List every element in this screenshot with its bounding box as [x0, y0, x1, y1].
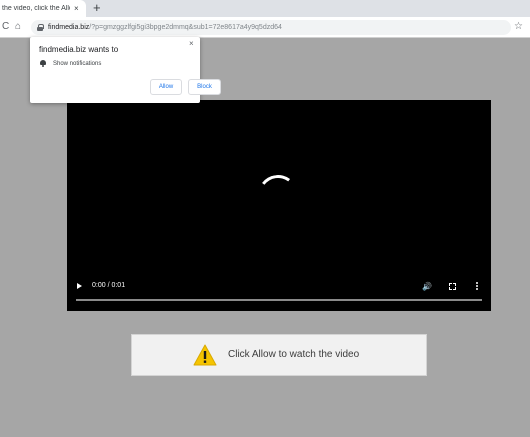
tab-strip: the video, click the Allow × + [0, 0, 530, 17]
allow-button[interactable]: Allow [150, 79, 182, 95]
url-path: /?p=gmzggzlfgi5gi3bpge2dmmq&sub1=72e8617… [89, 24, 282, 31]
address-bar[interactable]: findmedia.biz /?p=gmzggzlfgi5gi3bpge2dmm… [31, 20, 511, 35]
video-player[interactable]: 0:00 / 0:01 🔊 [67, 100, 491, 311]
progress-bar[interactable] [76, 299, 482, 301]
volume-icon[interactable]: 🔊 [422, 282, 432, 291]
tab-title: the video, click the Allow [2, 5, 70, 12]
browser-tab[interactable]: the video, click the Allow × [0, 0, 86, 17]
play-icon[interactable] [77, 283, 82, 289]
notification-permission-popup: findmedia.biz wants to × Show notificati… [30, 37, 221, 103]
browser-toolbar: C ⌂ findmedia.biz /?p=gmzggzlfgi5gi3bpge… [0, 17, 530, 38]
fullscreen-icon[interactable] [449, 283, 456, 290]
bookmark-star-icon[interactable]: ☆ [514, 20, 523, 34]
more-options-icon[interactable] [476, 282, 478, 291]
banner-message: Click Allow to watch the video [228, 349, 360, 360]
permission-text: Show notifications [53, 60, 102, 67]
url-host: findmedia.biz [48, 24, 90, 31]
reload-icon[interactable]: C [2, 20, 9, 34]
permission-row: Show notifications [40, 60, 101, 67]
popup-close-icon[interactable]: × [189, 39, 194, 49]
tab-close-icon[interactable]: × [74, 4, 79, 13]
home-icon[interactable]: ⌂ [15, 20, 21, 34]
loading-spinner-icon [255, 172, 301, 218]
time-display: 0:00 / 0:01 [92, 282, 126, 289]
bell-icon [40, 60, 46, 67]
new-tab-icon[interactable]: + [93, 1, 101, 15]
allow-prompt-banner[interactable]: Click Allow to watch the video [131, 334, 427, 376]
block-button[interactable]: Block [188, 79, 221, 95]
lock-icon[interactable] [37, 24, 44, 31]
warning-icon [193, 344, 217, 366]
popup-title: findmedia.biz wants to [39, 45, 119, 54]
